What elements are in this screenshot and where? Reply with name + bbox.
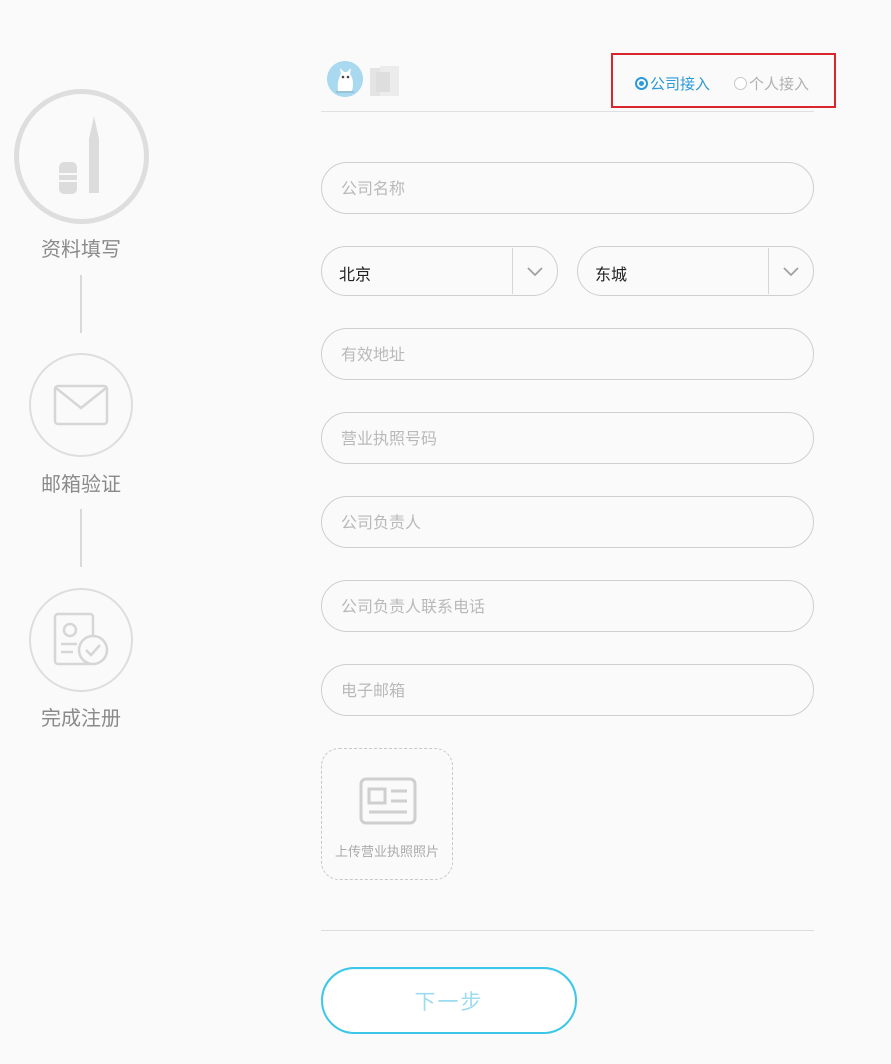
envelope-icon: [53, 384, 109, 426]
form-divider: [321, 930, 814, 931]
province-select[interactable]: 北京: [321, 246, 558, 296]
manager-phone-input[interactable]: [321, 580, 814, 632]
company-access-radio[interactable]: 公司接入: [635, 74, 711, 93]
step-complete-circle: [29, 588, 133, 692]
province-value: 北京: [339, 265, 372, 284]
personal-access-label: 个人接入: [749, 74, 810, 93]
step-connector: [80, 275, 82, 333]
header-divider: [321, 111, 814, 112]
select-divider: [512, 248, 513, 294]
step-complete-label: 完成注册: [41, 706, 121, 730]
address-input[interactable]: [321, 328, 814, 380]
step-connector: [80, 509, 82, 567]
email-input[interactable]: [321, 664, 814, 716]
chevron-down-icon: [527, 267, 543, 277]
company-access-label: 公司接入: [650, 74, 711, 93]
step-email-verify-circle: [29, 353, 133, 457]
radio-unchecked-icon: [734, 76, 747, 90]
district-select[interactable]: 东城: [577, 246, 814, 296]
next-step-button[interactable]: 下一步: [321, 967, 577, 1034]
business-license-number-input[interactable]: [321, 412, 814, 464]
chevron-down-icon: [783, 267, 799, 277]
step-fill-info-circle: [14, 89, 149, 224]
upload-license-photo[interactable]: 上传营业执照照片: [321, 748, 453, 880]
account-name-placeholder: [368, 64, 401, 97]
select-divider: [768, 248, 769, 294]
step-fill-info-label: 资料填写: [41, 237, 121, 261]
id-card-icon: [359, 777, 417, 825]
company-manager-input[interactable]: [321, 496, 814, 548]
cat-avatar-icon: [327, 61, 363, 97]
company-name-input[interactable]: [321, 162, 814, 214]
step-email-verify-label: 邮箱验证: [41, 472, 121, 496]
upload-license-label: 上传营业执照照片: [334, 845, 439, 860]
personal-access-radio[interactable]: 个人接入: [734, 74, 810, 93]
pen-icon: [59, 116, 99, 194]
radio-checked-icon: [635, 76, 648, 90]
certificate-check-icon: [53, 612, 109, 666]
district-value: 东城: [595, 265, 628, 284]
user-avatar[interactable]: [327, 61, 363, 97]
